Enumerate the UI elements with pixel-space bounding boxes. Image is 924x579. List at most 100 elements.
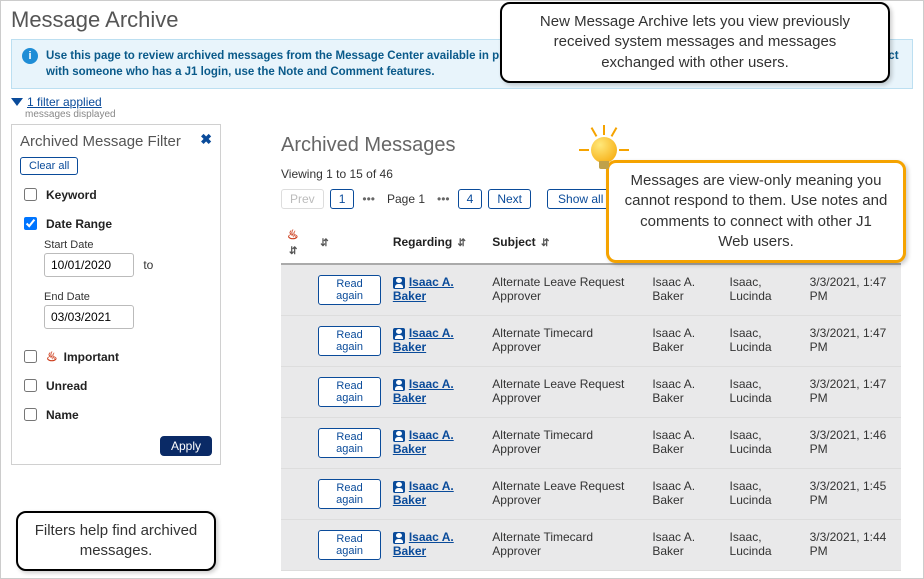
cell-from: Isaac A. Baker (646, 520, 723, 571)
sort-icon: ⇵ (541, 238, 549, 249)
start-date-input[interactable] (44, 253, 134, 277)
messages-table: ♨⇵ ⇵ Regarding ⇵ Subject ⇵ From ⇵ On Thr… (281, 221, 901, 571)
cell-important (281, 264, 312, 316)
keyword-label: Keyword (46, 188, 97, 202)
cell-date: 3/3/2021, 1:47 PM (804, 264, 901, 316)
person-icon (393, 481, 405, 493)
important-checkbox[interactable] (24, 350, 37, 363)
read-again-button[interactable]: Read again (318, 479, 381, 509)
person-icon (393, 379, 405, 391)
cell-date: 3/3/2021, 1:47 PM (804, 367, 901, 418)
close-icon[interactable]: ✖ (200, 131, 212, 148)
show-all-button[interactable]: Show all (547, 189, 614, 209)
cell-on-thread: Isaac, Lucinda (724, 264, 804, 316)
person-icon (393, 328, 405, 340)
page-1-button[interactable]: 1 (330, 189, 355, 209)
read-again-button[interactable]: Read again (318, 377, 381, 407)
cell-on-thread: Isaac, Lucinda (724, 316, 804, 367)
callout-yellow-text: Messages are view-only meaning you canno… (625, 172, 888, 250)
filters-applied-link[interactable]: 1 filter applied (27, 95, 102, 109)
date-range-label: Date Range (46, 217, 112, 231)
end-date-label: End Date (44, 291, 212, 303)
apply-button[interactable]: Apply (160, 436, 212, 456)
person-icon (393, 277, 405, 289)
cell-important (281, 316, 312, 367)
cell-regarding: Isaac A. Baker (387, 264, 486, 316)
cell-on-thread: Isaac, Lucinda (724, 469, 804, 520)
cell-read: Read again (312, 367, 387, 418)
read-again-button[interactable]: Read again (318, 530, 381, 560)
messages-displayed-status: messages displayed (25, 109, 923, 120)
cell-from: Isaac A. Baker (646, 469, 723, 520)
start-date-label: Start Date (44, 239, 212, 251)
sort-icon: ⇵ (320, 238, 328, 249)
table-row: Read againIsaac A. BakerAlternate Timeca… (281, 316, 901, 367)
end-date-input[interactable] (44, 305, 134, 329)
lightbulb-icon (591, 137, 617, 163)
cell-read: Read again (312, 316, 387, 367)
col-subject-label: Subject (492, 235, 535, 249)
callout-bottom: Filters help find archived messages. (16, 511, 216, 572)
person-icon (393, 532, 405, 544)
cell-read: Read again (312, 520, 387, 571)
pager-dots-right: ••• (435, 192, 452, 206)
cell-on-thread: Isaac, Lucinda (724, 418, 804, 469)
cell-regarding: Isaac A. Baker (387, 316, 486, 367)
cell-important (281, 367, 312, 418)
table-row: Read againIsaac A. BakerAlternate Leave … (281, 367, 901, 418)
pager-dots-left: ••• (360, 192, 377, 206)
cell-regarding: Isaac A. Baker (387, 367, 486, 418)
cell-important (281, 520, 312, 571)
page-4-button[interactable]: 4 (458, 189, 483, 209)
cell-important (281, 469, 312, 520)
table-row: Read againIsaac A. BakerAlternate Leave … (281, 469, 901, 520)
cell-date: 3/3/2021, 1:45 PM (804, 469, 901, 520)
page-indicator: Page 1 (383, 192, 429, 206)
cell-read: Read again (312, 418, 387, 469)
cell-date: 3/3/2021, 1:44 PM (804, 520, 901, 571)
prev-button[interactable]: Prev (281, 189, 324, 209)
person-icon (393, 430, 405, 442)
fire-icon: ♨ (287, 227, 299, 242)
cell-important (281, 418, 312, 469)
col-read[interactable]: ⇵ (312, 221, 387, 264)
important-label: Important (64, 350, 119, 364)
col-important[interactable]: ♨⇵ (281, 221, 312, 264)
cell-subject: Alternate Timecard Approver (486, 316, 646, 367)
cell-date: 3/3/2021, 1:46 PM (804, 418, 901, 469)
cell-regarding: Isaac A. Baker (387, 469, 486, 520)
callout-top: New Message Archive lets you view previo… (500, 2, 890, 83)
sort-icon: ⇵ (289, 246, 297, 257)
cell-subject: Alternate Timecard Approver (486, 520, 646, 571)
keyword-checkbox[interactable] (24, 188, 37, 201)
date-range-checkbox[interactable] (24, 217, 37, 230)
cell-subject: Alternate Leave Request Approver (486, 367, 646, 418)
cell-read: Read again (312, 264, 387, 316)
read-again-button[interactable]: Read again (318, 326, 381, 356)
unread-checkbox[interactable] (24, 379, 37, 392)
cell-read: Read again (312, 469, 387, 520)
clear-all-button[interactable]: Clear all (20, 157, 78, 175)
cell-subject: Alternate Leave Request Approver (486, 469, 646, 520)
cell-on-thread: Isaac, Lucinda (724, 367, 804, 418)
col-regarding-label: Regarding (393, 235, 452, 249)
cell-date: 3/3/2021, 1:47 PM (804, 316, 901, 367)
col-regarding[interactable]: Regarding ⇵ (387, 221, 486, 264)
unread-label: Unread (46, 379, 87, 393)
cell-subject: Alternate Leave Request Approver (486, 264, 646, 316)
table-row: Read againIsaac A. BakerAlternate Leave … (281, 264, 901, 316)
next-button[interactable]: Next (488, 189, 531, 209)
callout-yellow: Messages are view-only meaning you canno… (606, 160, 906, 263)
table-row: Read again Isaac A. BakerAlternate Timeca… (281, 520, 901, 571)
to-label: to (143, 258, 153, 272)
read-again-button[interactable]: Read again (318, 275, 381, 305)
cell-on-thread: Isaac, Lucinda (724, 520, 804, 571)
name-checkbox[interactable] (24, 408, 37, 421)
name-label: Name (46, 408, 79, 422)
cell-from: Isaac A. Baker (646, 367, 723, 418)
cell-from: Isaac A. Baker (646, 264, 723, 316)
read-again-button[interactable]: Read again (318, 428, 381, 458)
info-icon: i (22, 48, 38, 64)
cell-from: Isaac A. Baker (646, 316, 723, 367)
filter-heading: Archived Message Filter (20, 133, 212, 151)
